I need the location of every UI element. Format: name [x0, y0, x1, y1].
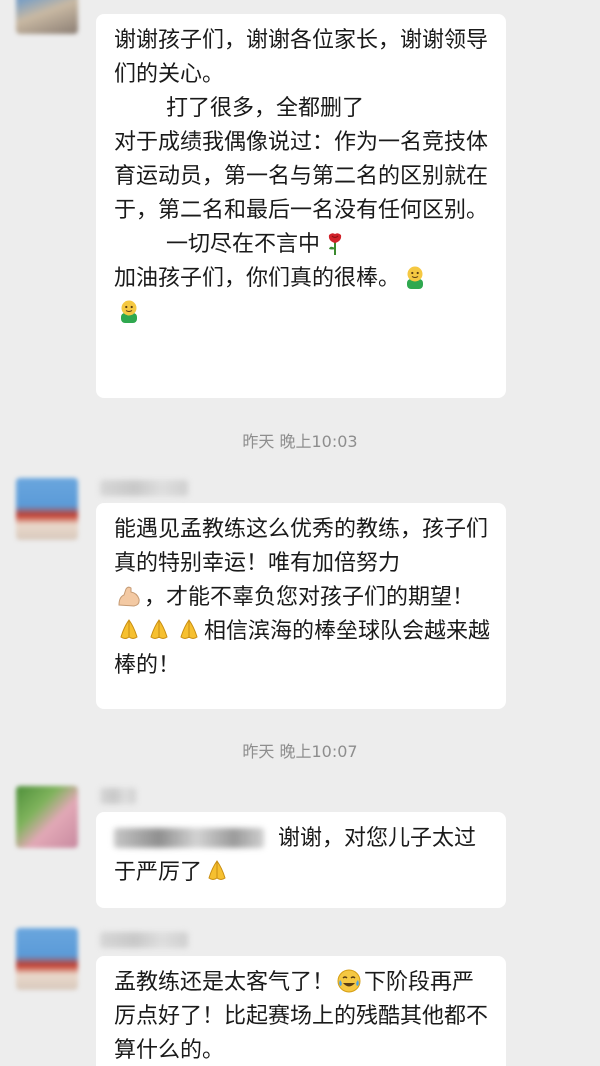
message-bubble[interactable]: 孟教练还是太客气了！ 下阶段再严厉点好了！比起赛场上的残酷其他都不算什么的。 [96, 956, 506, 1066]
avatar[interactable] [16, 0, 78, 34]
avatar[interactable] [16, 928, 78, 990]
chat-window: 谢谢孩子们，谢谢各位家长，谢谢领导们的关心。 打了很多，全都删了 对于成绩我偶像… [0, 0, 600, 1066]
pray-emoji [120, 619, 138, 639]
message-text: 谢谢孩子们，谢谢各位家长，谢谢领导们的关心。 [114, 28, 489, 87]
message-text-span: 加油孩子们，你们真的很棒。 [114, 266, 401, 291]
muscle-emoji [118, 586, 140, 607]
message-text: ，才能不辜负您对孩子们的期望！相信滨海的棒垒球队会越来越棒的！ [114, 581, 490, 683]
message-text: 一切尽在不言中 [114, 228, 490, 262]
timestamp: 昨天 晚上10:03 [242, 432, 358, 451]
message-bubble[interactable]: 谢谢孩子们，谢谢各位家长，谢谢领导们的关心。 打了很多，全都删了 对于成绩我偶像… [96, 14, 506, 398]
message-text-span: 一切尽在不言中 [166, 232, 321, 257]
rose-emoji [328, 233, 342, 255]
crying-laughing-emoji [337, 969, 361, 993]
message-bubble[interactable]: 谢谢，对您儿子太过于严厉了 [96, 812, 506, 908]
sender-name-blurred [100, 788, 136, 804]
message-text: 能遇见孟教练这么优秀的教练，孩子们真的特别幸运！唯有加倍努力 [114, 517, 489, 576]
pray-emoji [208, 860, 226, 880]
message-text: 孟教练还是太客气了！ 下阶段再严厉点好了！比起赛场上的残酷其他都不算什么的。 [114, 966, 490, 1066]
mentioned-name-blurred [114, 828, 264, 848]
sender-name-blurred [100, 480, 188, 496]
message-text: 谢谢，对您儿子太过于严厉了 [114, 822, 490, 890]
avatar[interactable] [16, 478, 78, 540]
avatar[interactable] [16, 786, 78, 848]
message-text: 对于成绩我偶像说过：作为一名竞技体育运动员，第一名与第二名的区别就在于，第二名和… [114, 130, 489, 223]
pray-emoji [180, 619, 198, 639]
message-text: 打了很多，全都删了 [166, 96, 365, 121]
message-text-span: ，才能不辜负您对孩子们的期望！ [144, 585, 475, 610]
fist-emoji [121, 300, 137, 323]
timestamp: 昨天 晚上10:07 [242, 742, 358, 761]
message-text: 加油孩子们，你们真的很棒。 [114, 262, 490, 330]
message-bubble[interactable]: 能遇见孟教练这么优秀的教练，孩子们真的特别幸运！唯有加倍努力 ，才能不辜负您对孩… [96, 503, 506, 709]
pray-emoji [150, 619, 168, 639]
fist-emoji [407, 266, 424, 289]
message-text-span: 孟教练还是太客气了！ [114, 970, 335, 995]
sender-name-blurred [100, 932, 188, 948]
